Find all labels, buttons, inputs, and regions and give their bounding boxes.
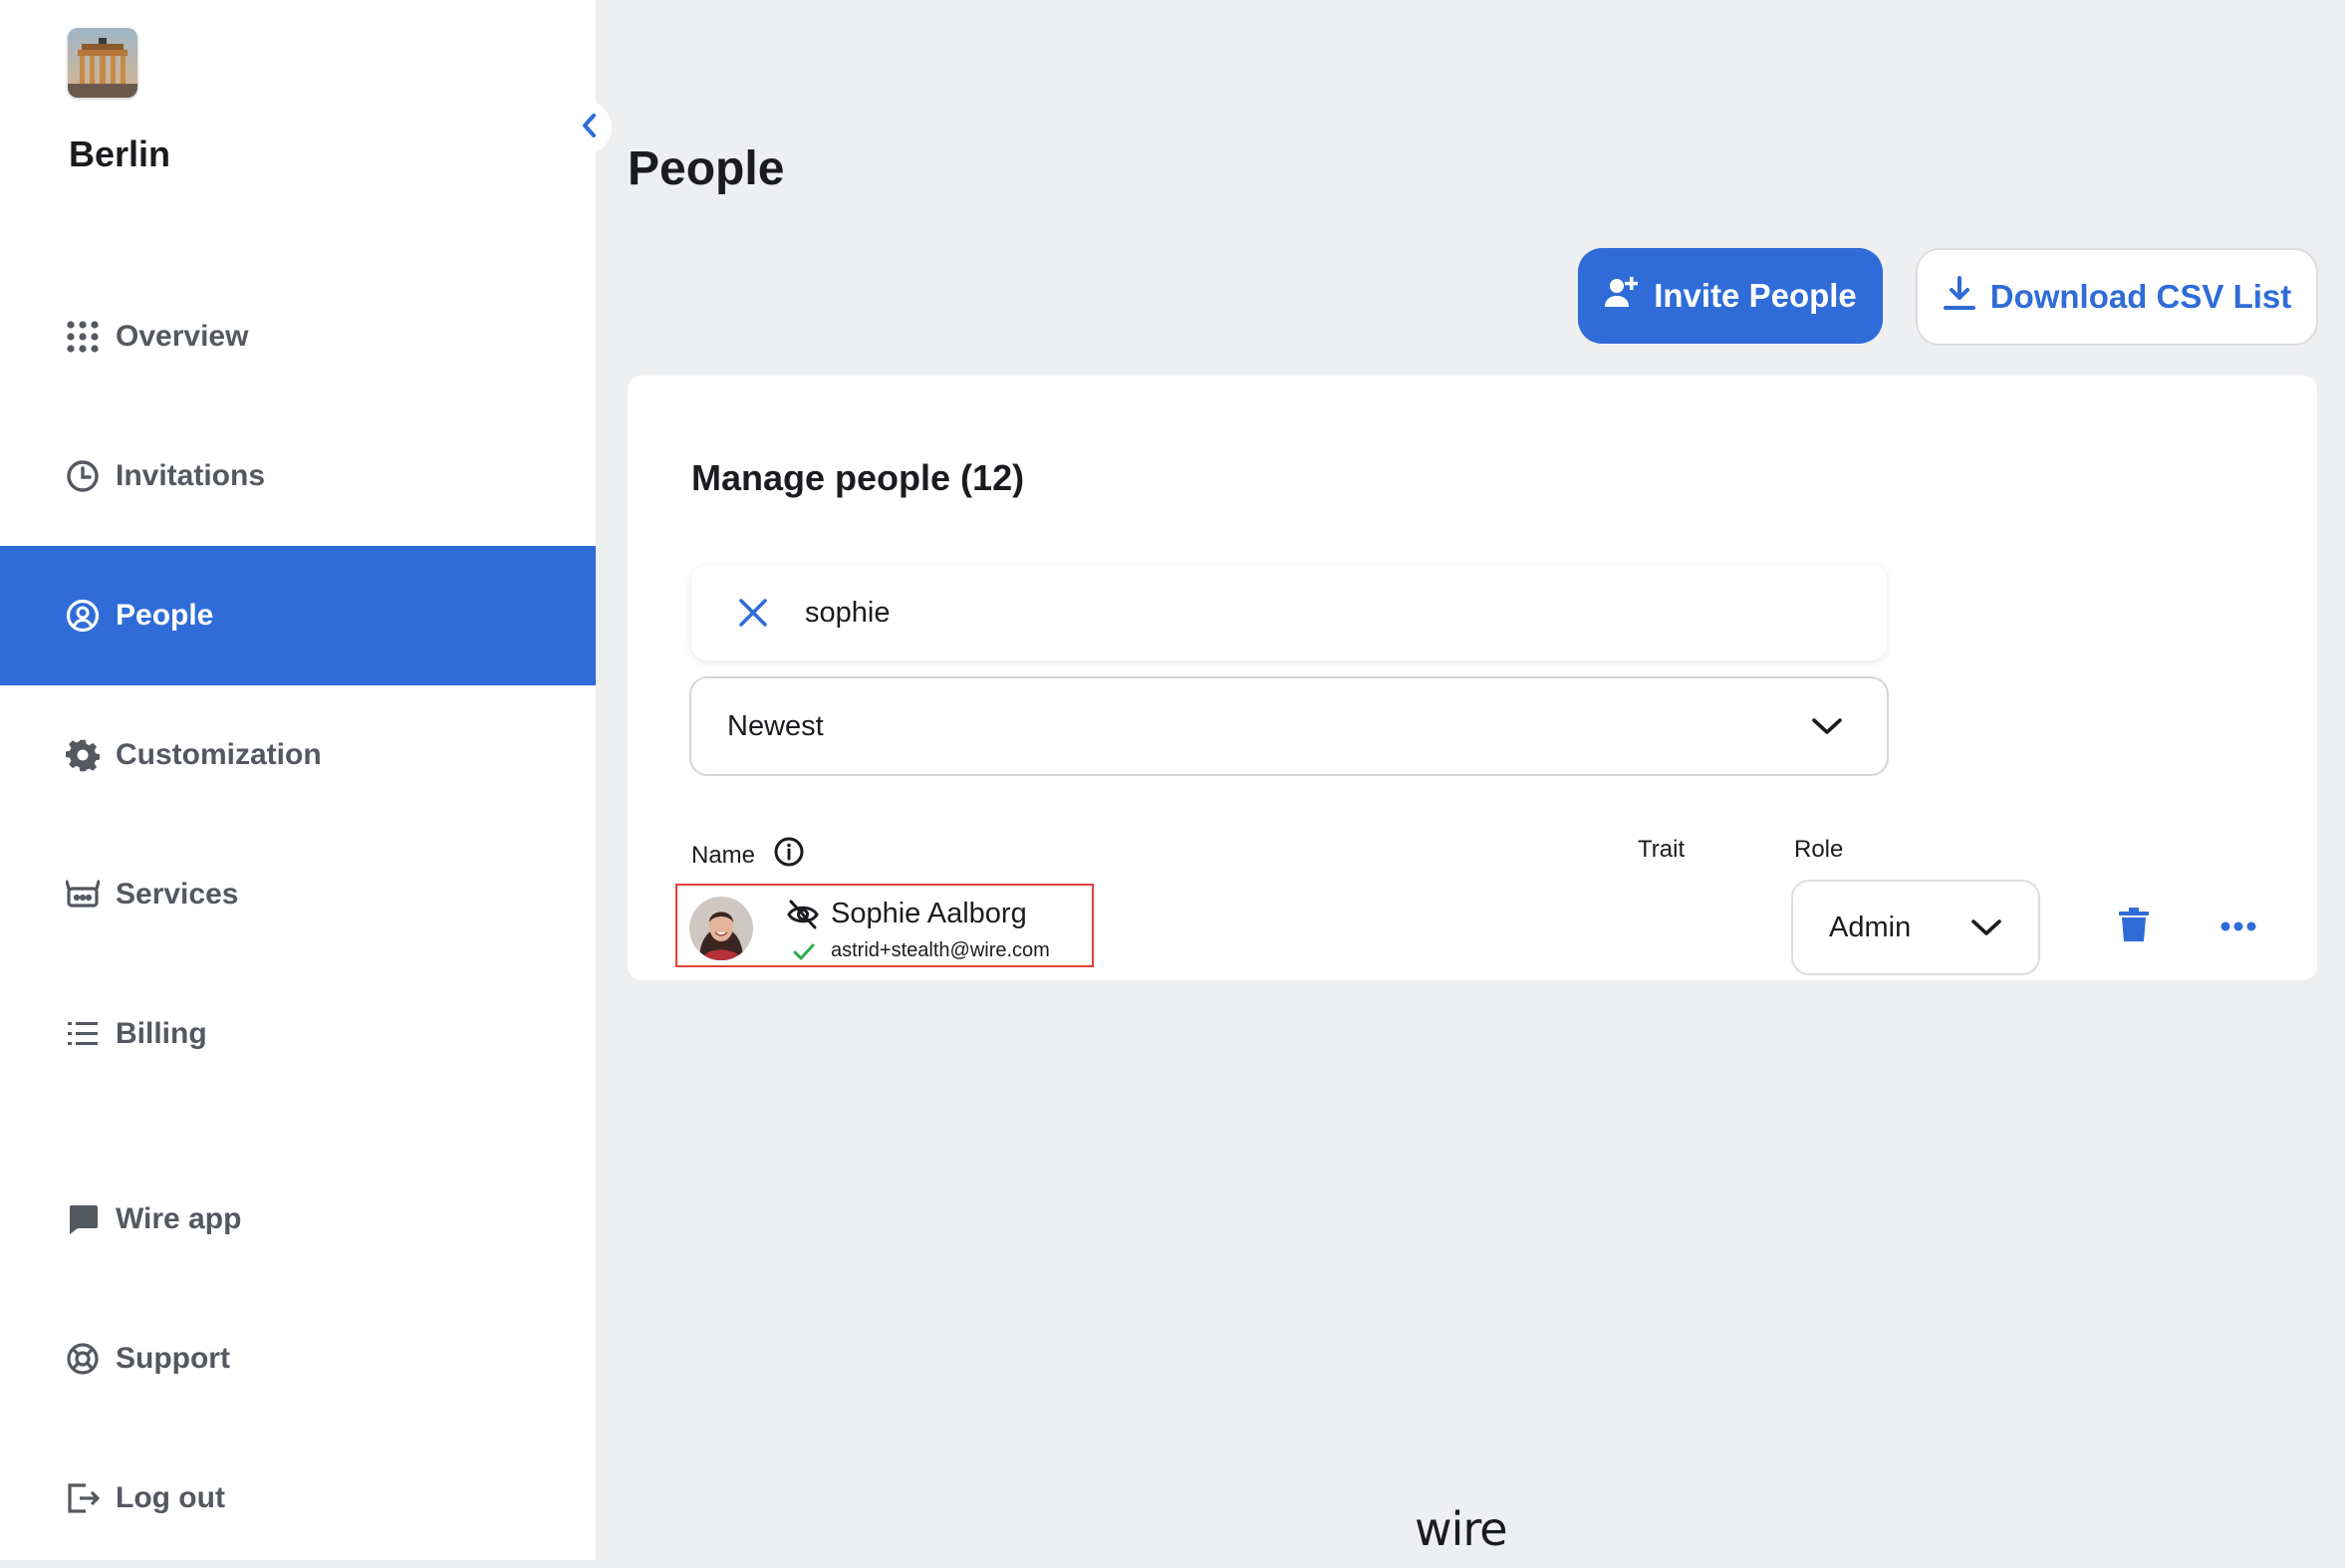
user-email: astrid+stealth@wire.com [831, 939, 1050, 961]
sort-value: Newest [727, 709, 824, 742]
download-icon [1943, 275, 1976, 319]
user-cell[interactable]: Sophie Aalborg astrid+stealth@wire.com [675, 884, 1094, 967]
team-logo [68, 28, 137, 98]
search-input[interactable] [803, 595, 1803, 631]
person-circle-icon [66, 599, 100, 633]
sidebar-item-people[interactable]: People [0, 546, 596, 685]
robot-icon [66, 878, 100, 912]
sidebar-item-services[interactable]: Services [0, 825, 596, 964]
chevron-left-icon [580, 112, 600, 144]
logout-icon [66, 1481, 100, 1515]
sidebar-item-label: Invitations [116, 459, 266, 492]
app: Berlin Overview Invitations People Custo… [0, 0, 2345, 1560]
wire-logo: wire [1415, 1502, 1508, 1556]
sidebar-item-log-out[interactable]: Log out [0, 1429, 596, 1568]
role-value: Admin [1829, 911, 1912, 943]
team-name: Berlin [69, 133, 171, 174]
delete-button[interactable] [2116, 907, 2152, 948]
gear-icon [66, 738, 100, 772]
sidebar-item-label: Overview [116, 320, 249, 353]
sidebar-item-label: Billing [116, 1017, 207, 1050]
sidebar-item-label: Support [116, 1342, 230, 1375]
sidebar-item-support[interactable]: Support [0, 1289, 596, 1429]
chevron-down-icon [1970, 917, 2002, 937]
sidebar-item-invitations[interactable]: Invitations [0, 406, 596, 546]
list-icon [66, 1017, 100, 1051]
manage-people-card: Manage people (12) Newest Name [628, 376, 2317, 980]
invite-people-button[interactable]: Invite People [1578, 248, 1883, 344]
sort-select[interactable]: Newest [689, 676, 1889, 776]
download-csv-label: Download CSV List [1989, 278, 2292, 315]
table-row[interactable]: Sophie Aalborg astrid+stealth@wire.com A… [675, 880, 2269, 979]
close-icon[interactable] [733, 593, 773, 633]
trash-icon [2119, 907, 2149, 948]
more-horizontal-icon [2220, 918, 2256, 936]
avatar [689, 897, 753, 960]
download-csv-button[interactable]: Download CSV List [1916, 248, 2318, 346]
eye-off-icon [787, 900, 819, 929]
sidebar-item-billing[interactable]: Billing [0, 964, 596, 1104]
sidebar-item-label: Services [116, 878, 239, 911]
sidebar-item-label: Wire app [116, 1202, 242, 1235]
sidebar-item-label: Log out [116, 1481, 225, 1514]
clock-icon [66, 459, 100, 493]
chevron-down-icon [1811, 716, 1843, 736]
sidebar-item-customization[interactable]: Customization [0, 685, 596, 825]
check-icon [793, 941, 815, 963]
card-title: Manage people (12) [691, 457, 1025, 498]
invite-people-label: Invite People [1654, 277, 1857, 314]
lifebuoy-icon [66, 1342, 100, 1376]
role-select[interactable]: Admin [1791, 880, 2040, 975]
column-name-label: Name [691, 841, 756, 869]
collapse-sidebar-button[interactable] [568, 100, 612, 155]
add-user-icon [1604, 275, 1640, 317]
column-header-name: Name [691, 836, 805, 875]
grid-icon [66, 320, 100, 354]
page-title: People [628, 142, 785, 195]
sidebar-item-wire-app[interactable]: Wire app [0, 1150, 596, 1289]
sidebar: Berlin Overview Invitations People Custo… [0, 0, 596, 1560]
column-header-trait: Trait [1638, 836, 1686, 863]
sidebar-item-overview[interactable]: Overview [0, 267, 596, 406]
search-box [691, 565, 1887, 660]
sidebar-item-label: People [116, 599, 214, 632]
sidebar-item-label: Customization [116, 738, 322, 771]
user-name: Sophie Aalborg [831, 898, 1027, 929]
chat-bubble-icon [66, 1202, 100, 1236]
more-options-button[interactable] [2217, 914, 2259, 941]
info-icon[interactable] [773, 836, 805, 875]
column-header-role: Role [1794, 836, 1844, 863]
